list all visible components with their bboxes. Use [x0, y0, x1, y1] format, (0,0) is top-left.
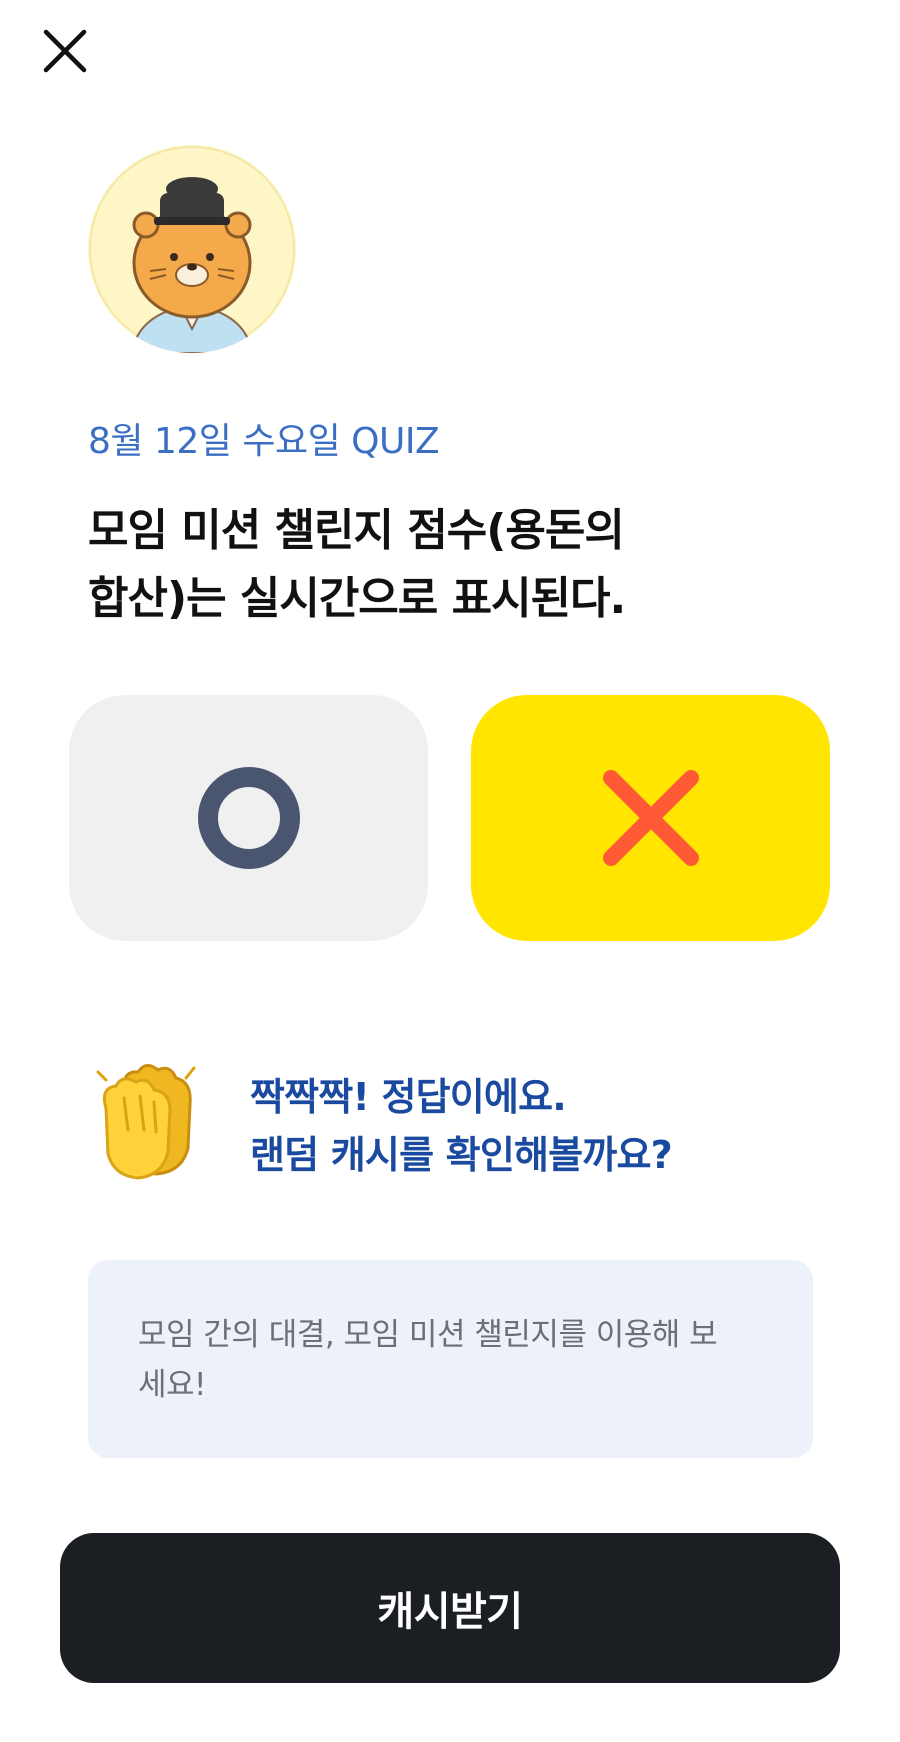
question-line-2: 합산)는 실시간으로 표시된다. [88, 573, 626, 624]
close-button[interactable] [40, 26, 90, 76]
get-cash-button[interactable]: 캐시받기 [60, 1533, 840, 1683]
character-avatar [88, 145, 296, 353]
tip-text: 모임 간의 대결, 모임 미션 챌린지를 이용해 보세요! [138, 1317, 718, 1403]
close-icon [43, 29, 87, 73]
circle-icon [197, 767, 300, 869]
question-line-1: 모임 미션 챌린지 점수(용돈의 [88, 505, 625, 556]
result-line-1: 짝짝짝! 정답이에요. [250, 1075, 567, 1119]
answer-o-button[interactable] [69, 695, 428, 941]
quiz-result-screen: 8월 12일 수요일 QUIZ 모임 미션 챌린지 점수(용돈의 합산)는 실시… [0, 0, 900, 1742]
result-message: 짝짝짝! 정답이에요. 랜덤 캐시를 확인해볼까요? [250, 1068, 673, 1184]
answer-x-button[interactable] [471, 695, 830, 941]
result-line-2: 랜덤 캐시를 확인해볼까요? [250, 1133, 673, 1177]
quiz-question: 모임 미션 챌린지 점수(용돈의 합산)는 실시간으로 표시된다. [88, 497, 728, 633]
cross-icon [602, 770, 699, 866]
quiz-date-label: 8월 12일 수요일 QUIZ [88, 421, 440, 462]
clapping-hands-icon [94, 1052, 206, 1182]
tip-box: 모임 간의 대결, 모임 미션 챌린지를 이용해 보세요! [88, 1260, 813, 1458]
